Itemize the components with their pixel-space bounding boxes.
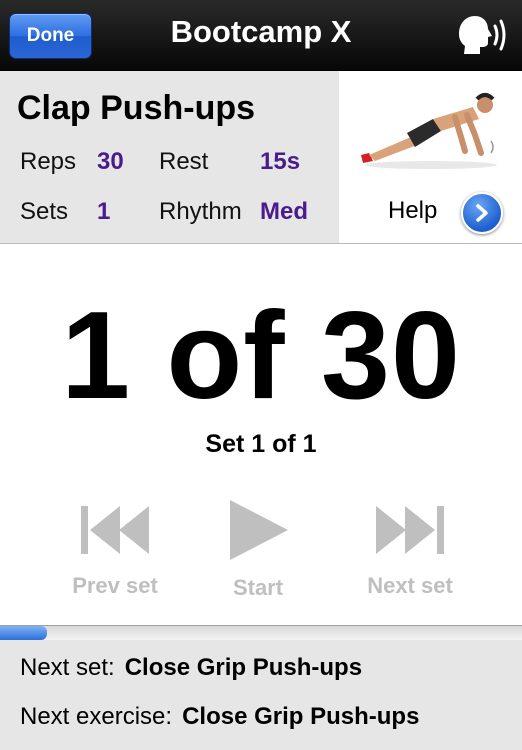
help-label: Help	[388, 197, 438, 224]
play-icon	[230, 500, 288, 560]
rest-label: Rest	[159, 148, 209, 175]
skip-back-icon	[81, 506, 149, 554]
next-exercise-row: Next exercise: Close Grip Push-ups	[20, 703, 419, 731]
start-button[interactable]: Start	[188, 500, 328, 610]
exercise-info-panel: Clap Push-ups Reps 30 Rest 15s Sets 1 Rh…	[0, 71, 339, 243]
sets-label: Sets	[20, 198, 69, 225]
navigation-bar: Done Bootcamp X	[0, 0, 522, 71]
prev-set-button[interactable]: Prev set	[45, 500, 185, 610]
next-set-row: Next set: Close Grip Push-ups	[20, 654, 362, 682]
chevron-right-icon	[476, 204, 488, 222]
set-counter: Set 1 of 1	[205, 430, 317, 458]
nav-title: Bootcamp X	[170, 14, 352, 49]
next-set-exercise: Close Grip Push-ups	[124, 654, 363, 681]
progress-fill	[0, 626, 47, 640]
workout-progress-bar	[0, 625, 522, 641]
skip-forward-icon	[376, 506, 444, 554]
exercise-header: Clap Push-ups Reps 30 Rest 15s Sets 1 Rh…	[0, 71, 522, 243]
exercise-title: Clap Push-ups	[17, 89, 256, 127]
push-up-figure-illustration	[361, 93, 497, 169]
reps-label: Reps	[20, 148, 77, 175]
rhythm-label: Rhythm	[159, 198, 242, 225]
speaking-head-icon[interactable]	[455, 14, 511, 56]
exercise-illustration-panel[interactable]: Help	[339, 71, 522, 243]
start-label: Start	[232, 575, 284, 600]
next-exercise-name: Close Grip Push-ups	[182, 703, 420, 730]
rep-counter: 1 of 30	[61, 287, 461, 425]
reps-value: 30	[97, 148, 124, 175]
prev-set-label: Prev set	[72, 573, 158, 598]
help-button[interactable]	[461, 192, 503, 234]
sets-value: 1	[97, 198, 111, 225]
next-set-button[interactable]: Next set	[340, 500, 480, 610]
next-exercise-caption: Next exercise:	[20, 703, 173, 730]
upcoming-panel: Next set: Close Grip Push-ups Next exerci…	[0, 640, 522, 750]
rest-value: 15s	[260, 148, 301, 175]
header-divider	[0, 243, 522, 244]
rhythm-value: Med	[260, 198, 308, 225]
next-set-caption: Next set:	[20, 654, 115, 681]
next-set-label: Next set	[367, 573, 453, 598]
